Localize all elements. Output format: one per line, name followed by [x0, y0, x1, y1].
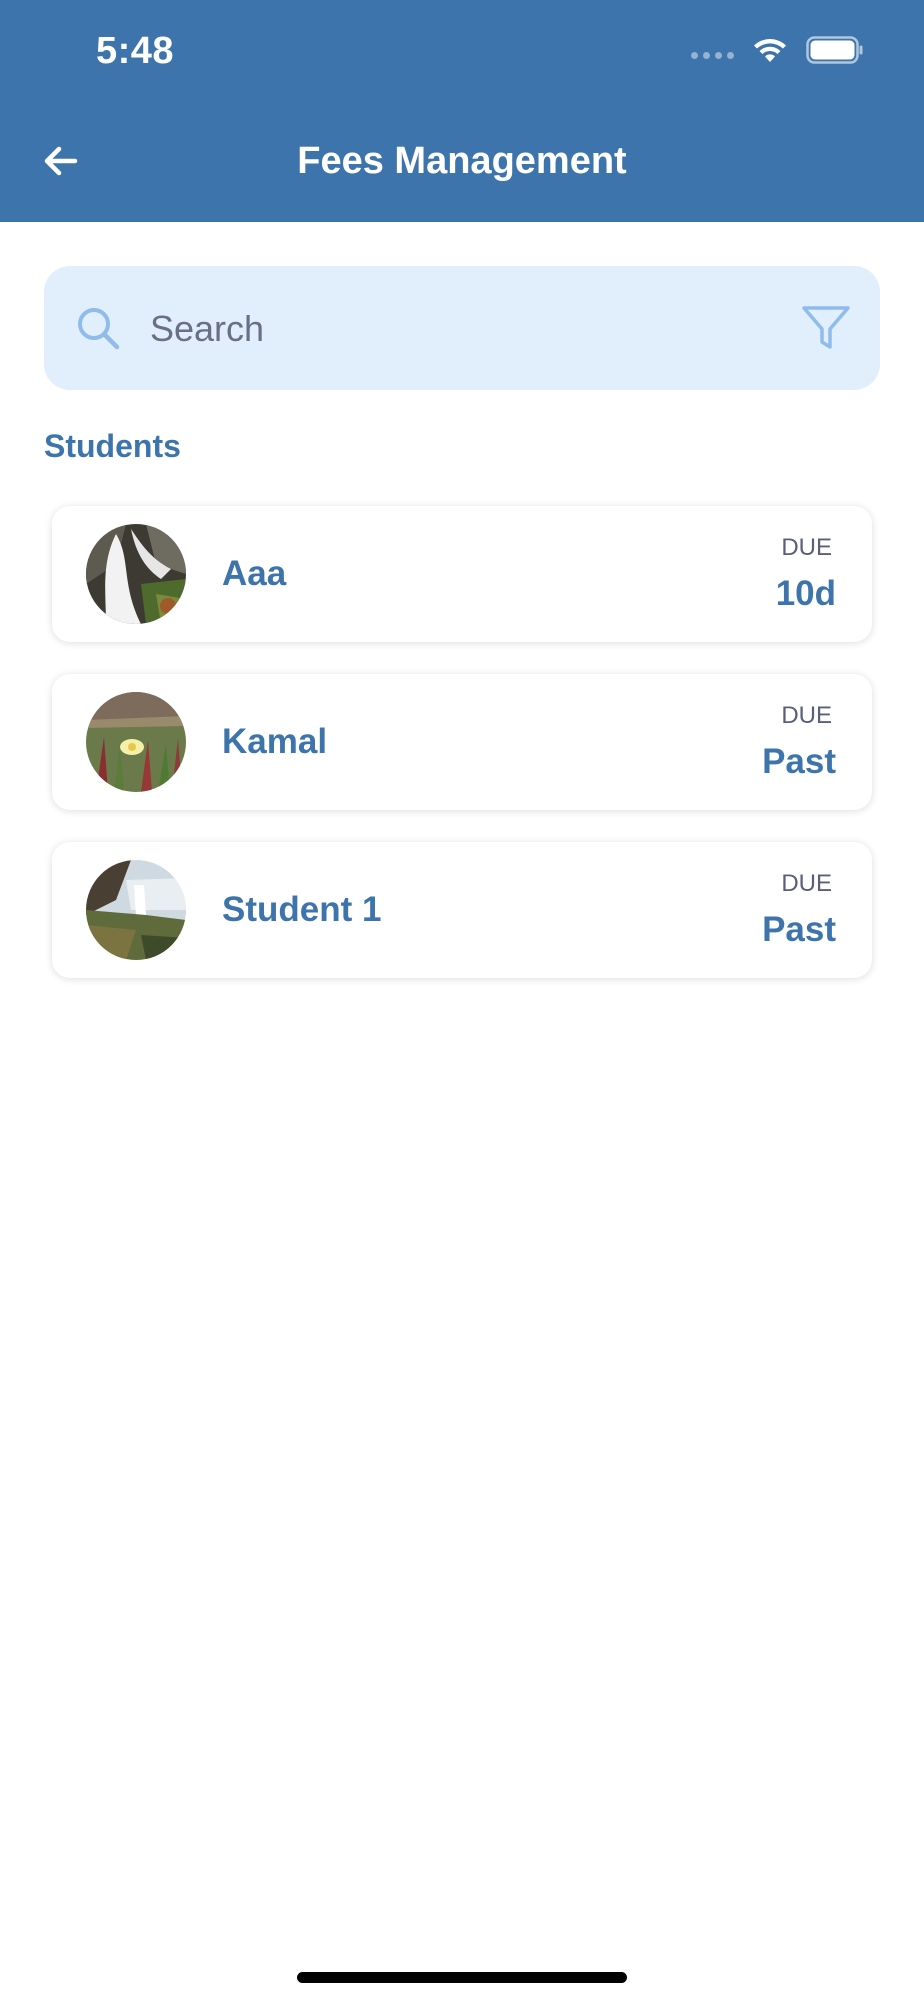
home-indicator	[297, 1972, 627, 1983]
search-icon	[78, 308, 120, 350]
battery-icon	[806, 36, 863, 64]
status-indicators	[691, 36, 864, 64]
status-time: 5:48	[96, 30, 175, 72]
waterfall-photo-icon	[86, 524, 186, 624]
student-list: Aaa DUE 10d Kamal DUE Past Student 1 DUE…	[52, 506, 872, 1010]
filter-icon[interactable]	[800, 302, 852, 354]
search-input[interactable]	[148, 296, 752, 362]
student-card[interactable]: Student 1 DUE Past	[52, 842, 872, 978]
due-label: DUE	[781, 702, 832, 729]
student-name: Student 1	[222, 890, 382, 929]
section-title-students: Students	[44, 428, 181, 464]
due-value: Past	[762, 910, 836, 949]
student-card[interactable]: Kamal DUE Past	[52, 674, 872, 810]
student-avatar	[86, 524, 186, 624]
due-value: 10d	[775, 574, 836, 613]
due-label: DUE	[781, 534, 832, 561]
student-name: Aaa	[222, 554, 287, 593]
student-name: Kamal	[222, 722, 328, 761]
page-title: Fees Management	[297, 140, 627, 182]
due-value: Past	[762, 742, 836, 781]
student-avatar	[86, 692, 186, 792]
due-label: DUE	[781, 870, 832, 897]
student-card[interactable]: Aaa DUE 10d	[52, 506, 872, 642]
student-avatar	[86, 860, 186, 960]
wifi-icon	[754, 39, 786, 62]
flower-photo-icon	[86, 692, 186, 792]
cellular-signal-icon	[691, 51, 734, 59]
app-header: 5:48 Fees Management	[0, 0, 924, 222]
landscape-photo-icon	[86, 860, 186, 960]
search-bar[interactable]	[44, 266, 880, 390]
